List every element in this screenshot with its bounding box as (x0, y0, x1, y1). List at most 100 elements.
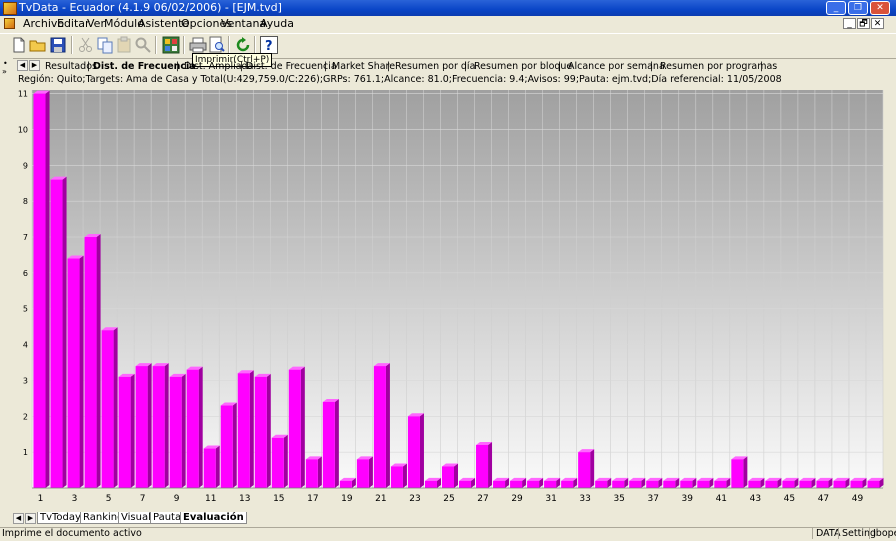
bar-side (198, 366, 203, 488)
bar (629, 480, 642, 488)
x-tick-label: 37 (648, 494, 659, 504)
y-tick-label: 5 (23, 305, 28, 314)
bar-side (164, 363, 169, 488)
copy-icon[interactable] (96, 36, 114, 54)
bar (833, 480, 846, 488)
left-dock-strip: • » (0, 57, 13, 509)
y-tick-label: 6 (23, 269, 28, 278)
dock-expand-icon[interactable]: » (2, 67, 7, 76)
bar-side (62, 176, 67, 488)
minimize-button[interactable]: _ (826, 1, 846, 15)
calculator-icon[interactable] (162, 36, 180, 54)
bar (646, 480, 659, 488)
bar-side (402, 463, 407, 488)
bar (373, 366, 386, 488)
y-tick-label: 11 (18, 90, 28, 99)
bar (578, 452, 591, 488)
y-tick-label: 2 (23, 412, 28, 421)
save-icon[interactable] (49, 36, 67, 54)
bar-side (181, 373, 186, 488)
paste-icon[interactable] (115, 36, 133, 54)
y-tick-label: 8 (23, 197, 28, 206)
bar (441, 466, 454, 488)
status-panel-ibope: Ibope (869, 528, 896, 539)
bar (850, 480, 863, 488)
x-tick-label: 25 (443, 494, 454, 504)
bar (510, 480, 523, 488)
tab-market-share[interactable]: Market Share (332, 61, 395, 72)
toolbar-separator (71, 36, 73, 54)
bar-side (249, 370, 254, 488)
title-bar: TvData - Ecuador (4.1.9 06/02/2006) - [E… (0, 0, 896, 16)
sheet-scroll-right-icon[interactable]: ▶ (25, 513, 36, 524)
y-tick-label: 10 (18, 125, 28, 134)
document-icon[interactable] (4, 18, 15, 29)
bar-side (232, 402, 237, 488)
bar (424, 480, 437, 488)
bar (237, 373, 250, 488)
tab-scroll-left-icon[interactable]: ◀ (17, 60, 28, 71)
sheet-tab-evaluacion[interactable]: Evaluación (180, 512, 247, 524)
print-preview-icon[interactable] (208, 36, 226, 54)
open-folder-icon[interactable] (29, 36, 47, 54)
help-icon[interactable]: ? (260, 36, 278, 54)
bar (254, 376, 267, 488)
bar (33, 93, 46, 489)
x-tick-label: 33 (579, 494, 590, 504)
toolbar-separator (155, 36, 157, 54)
bar (322, 401, 335, 488)
y-tick-label: 9 (23, 161, 28, 170)
tab-scroll-right-icon[interactable]: ▶ (29, 60, 40, 71)
svg-text:?: ? (265, 39, 273, 53)
bar (135, 366, 148, 488)
menu-ver[interactable]: Ver (87, 17, 105, 30)
bar (67, 258, 80, 488)
bar-side (368, 456, 373, 488)
bar (50, 179, 63, 488)
bar-side (300, 366, 305, 488)
sheet-tab-visual[interactable]: Visual (118, 512, 154, 524)
print-icon[interactable] (189, 36, 207, 54)
sheet-scroll-left-icon[interactable]: ◀ (13, 513, 24, 524)
frequency-chart: 12345678910111 3 5 7 9 11 13 15 17 19 21 23 25 27 29 31… (18, 90, 884, 504)
x-tick-label: 21 (375, 494, 386, 504)
x-tick-label: 15 (273, 494, 284, 504)
x-tick-label: 49 (852, 494, 864, 504)
find-icon[interactable] (134, 36, 152, 54)
mdi-minimize-button[interactable]: _ (843, 18, 856, 29)
mdi-restore-button[interactable]: 🗗 (857, 18, 870, 29)
bar (339, 480, 352, 488)
bar-side (113, 327, 118, 488)
menu-editar[interactable]: Editar (57, 17, 90, 30)
cut-icon[interactable] (77, 36, 95, 54)
bar (748, 480, 761, 488)
x-tick-label: 43 (750, 494, 761, 504)
bar-side (147, 363, 152, 488)
bar (459, 480, 472, 488)
restore-button[interactable]: ❐ (848, 1, 868, 15)
bar (152, 366, 165, 488)
bar-side (385, 363, 390, 488)
sheet-tab-pauta[interactable]: Pauta (150, 512, 185, 524)
status-message: Imprime el documento activo (2, 528, 142, 539)
mdi-close-button[interactable]: ✕ (871, 18, 884, 29)
close-button[interactable]: ✕ (870, 1, 890, 15)
x-tick-label: 39 (682, 494, 694, 504)
bar-side (590, 449, 595, 488)
x-tick-label: 11 (205, 494, 216, 504)
x-tick-label: 19 (341, 494, 353, 504)
bar-side (215, 445, 220, 488)
bar (271, 437, 284, 488)
new-document-icon[interactable] (10, 36, 28, 54)
y-tick-label: 4 (23, 341, 28, 350)
menu-ayuda[interactable]: Ayuda (260, 17, 294, 30)
bar (799, 480, 812, 488)
bar (816, 480, 829, 488)
bar (612, 480, 625, 488)
window-title: TvData - Ecuador (4.1.9 06/02/2006) - [E… (19, 1, 282, 14)
x-tick-label: 29 (511, 494, 523, 504)
sheet-tab-tvtoday[interactable]: TvToday (37, 512, 84, 524)
tab-dist-frecuencia[interactable]: Dist. de Frecuencia (93, 61, 196, 72)
bar-side (334, 398, 339, 488)
refresh-icon[interactable] (234, 36, 252, 54)
